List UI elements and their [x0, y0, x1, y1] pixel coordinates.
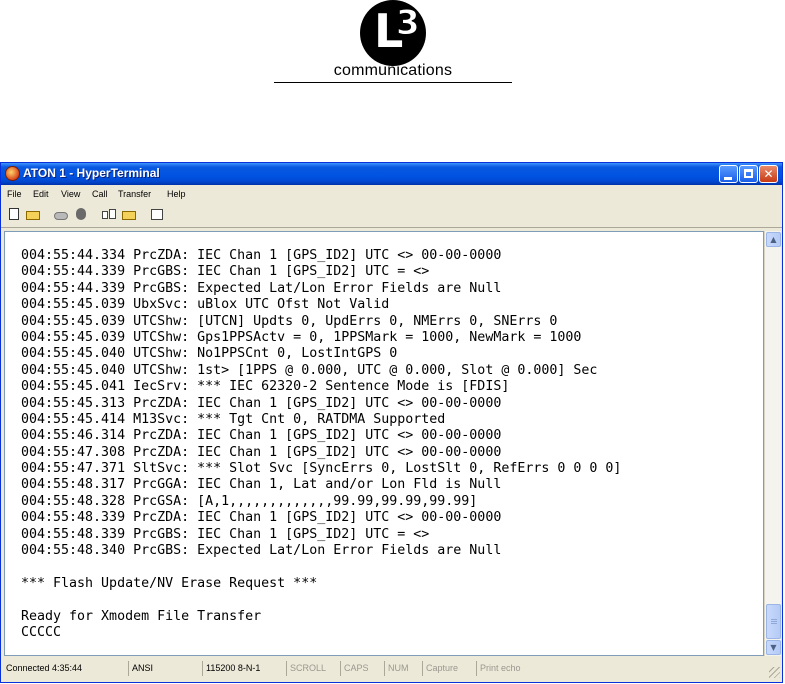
terminal-output[interactable]: 004:55:44.334 PrcZDA: IEC Chan 1 [GPS_ID…: [4, 231, 764, 656]
menu-view[interactable]: View: [61, 189, 80, 199]
send-file-icon[interactable]: [102, 208, 116, 221]
vertical-scrollbar[interactable]: ▲ ▼: [764, 231, 781, 656]
terminal-line: 004:55:45.040 UTCShw: 1st> [1PPS @ 0.000…: [21, 362, 598, 378]
terminal-line: 004:55:45.414 M13Svc: *** Tgt Cnt 0, RAT…: [21, 411, 446, 427]
status-settings: 115200 8-N-1: [202, 661, 284, 676]
open-folder-icon[interactable]: [26, 208, 40, 221]
terminal-line: 004:55:44.339 PrcGBS: IEC Chan 1 [GPS_ID…: [21, 264, 430, 280]
terminal-line: 004:55:47.371 SltSvc: *** Slot Svc [Sync…: [21, 461, 622, 477]
logo-emblem: L 3: [360, 0, 426, 66]
status-emulation: ANSI: [128, 661, 200, 676]
status-print-echo: Print echo: [476, 661, 546, 676]
l3-communications-logo: L 3 communications: [262, 0, 524, 86]
terminal-line: *** Flash Update/NV Erase Request ***: [21, 575, 318, 591]
logo-underline: [274, 82, 512, 83]
maximize-button[interactable]: [739, 165, 758, 183]
terminal-line: 004:55:45.040 UTCShw: No1PPSCnt 0, LostI…: [21, 346, 398, 362]
maximize-icon: [744, 169, 753, 178]
new-document-icon[interactable]: [8, 208, 22, 221]
title-bar[interactable]: ATON 1 - HyperTerminal ✕: [1, 163, 782, 185]
properties-icon[interactable]: [150, 208, 164, 221]
hyperterminal-app-icon[interactable]: [5, 166, 20, 181]
menu-bar: File Edit View Call Transfer Help: [1, 185, 782, 203]
scroll-up-button[interactable]: ▲: [766, 232, 781, 247]
menu-file[interactable]: File: [7, 189, 22, 199]
menu-transfer[interactable]: Transfer: [118, 189, 151, 199]
terminal-line: 004:55:44.339 PrcGBS: Expected Lat/Lon E…: [21, 280, 502, 296]
status-capture: Capture: [422, 661, 474, 676]
menu-help[interactable]: Help: [167, 189, 186, 199]
terminal-line: CCCCC: [21, 624, 62, 640]
status-num: NUM: [384, 661, 420, 676]
close-icon: ✕: [763, 167, 774, 181]
terminal-line: 004:55:48.317 PrcGGA: IEC Chan 1, Lat an…: [21, 477, 502, 493]
menu-edit[interactable]: Edit: [33, 189, 49, 199]
toolbar: [1, 203, 782, 228]
terminal-line: 004:55:44.334 PrcZDA: IEC Chan 1 [GPS_ID…: [21, 248, 502, 263]
close-button[interactable]: ✕: [759, 165, 778, 183]
receive-file-icon[interactable]: [122, 208, 136, 221]
terminal-lines: 004:55:44.334 PrcZDA: IEC Chan 1 [GPS_ID…: [21, 248, 621, 641]
terminal-line: 004:55:45.041 IecSrv: *** IEC 62320-2 Se…: [21, 379, 510, 395]
hangup-phone-icon[interactable]: [74, 208, 88, 221]
terminal-line: 004:55:46.314 PrcZDA: IEC Chan 1 [GPS_ID…: [21, 428, 502, 444]
terminal-line: 004:55:48.339 PrcZDA: IEC Chan 1 [GPS_ID…: [21, 510, 502, 526]
terminal-line: 004:55:45.039 UTCShw: Gps1PPSActv = 0, 1…: [21, 329, 582, 345]
terminal-line: 004:55:48.340 PrcGBS: Expected Lat/Lon E…: [21, 543, 502, 559]
terminal-line: 004:55:48.328 PrcGSA: [A,1,,,,,,,,,,,,,9…: [21, 493, 478, 509]
status-bar: Connected 4:35:44 ANSI 115200 8-N-1 SCRO…: [1, 658, 782, 680]
terminal-line: 004:55:45.039 UbxSvc: uBlox UTC Ofst Not…: [21, 297, 390, 313]
resize-grip-icon[interactable]: [769, 667, 780, 678]
terminal-line: 004:55:45.313 PrcZDA: IEC Chan 1 [GPS_ID…: [21, 395, 502, 411]
scroll-thumb[interactable]: [766, 604, 781, 639]
hyperterminal-window: ATON 1 - HyperTerminal ✕ File Edit View …: [0, 162, 783, 683]
terminal-line: 004:55:48.339 PrcGBS: IEC Chan 1 [GPS_ID…: [21, 526, 430, 542]
terminal-line: 004:55:45.039 UTCShw: [UTCN] Updts 0, Up…: [21, 313, 558, 329]
minimize-icon: [724, 177, 732, 180]
logo-digit: 3: [396, 3, 421, 43]
minimize-button[interactable]: [719, 165, 738, 183]
status-connected: Connected 4:35:44: [6, 663, 83, 673]
scroll-down-button[interactable]: ▼: [766, 640, 781, 655]
logo-wordmark: communications: [333, 62, 453, 79]
window-title: ATON 1 - HyperTerminal: [23, 166, 160, 180]
status-caps: CAPS: [340, 661, 382, 676]
terminal-line: 004:55:47.308 PrcZDA: IEC Chan 1 [GPS_ID…: [21, 444, 502, 460]
terminal-line: Ready for Xmodem File Transfer: [21, 608, 262, 624]
status-scroll: SCROLL: [286, 661, 338, 676]
menu-call[interactable]: Call: [92, 189, 108, 199]
dial-phone-icon[interactable]: [54, 208, 68, 221]
